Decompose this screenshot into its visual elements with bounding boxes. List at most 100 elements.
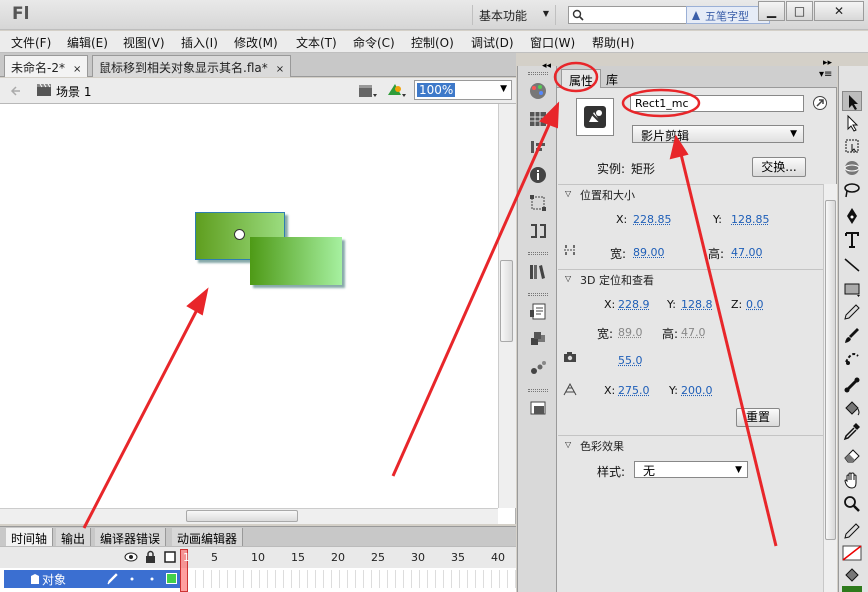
layer-item[interactable]: 对象 <box>4 570 180 588</box>
pencil-tool-icon[interactable] <box>842 302 862 322</box>
panel-grip[interactable] <box>528 389 548 392</box>
vanish-y-value[interactable]: 200.0 <box>681 384 713 397</box>
motion-presets-icon[interactable] <box>528 358 548 378</box>
menu-edit[interactable]: 编辑(E) <box>67 34 108 51</box>
panel-menu-icon[interactable]: ▾≡ <box>819 69 832 80</box>
3d-y-value[interactable]: 128.8 <box>681 298 713 311</box>
3d-rotation-tool-icon[interactable] <box>842 158 862 178</box>
lasso-tool-icon[interactable] <box>842 180 862 200</box>
minimize-button[interactable]: ▁ <box>758 1 785 21</box>
panel-grip[interactable] <box>528 252 548 255</box>
menu-control[interactable]: 控制(O) <box>411 34 454 51</box>
menu-file[interactable]: 文件(F) <box>11 34 51 51</box>
align-icon[interactable] <box>528 137 548 157</box>
panel-grip[interactable] <box>528 293 548 296</box>
scene-panel-icon[interactable] <box>528 398 548 418</box>
collapse-arrows-icon[interactable]: ▸▸ <box>823 58 832 68</box>
tab-properties[interactable]: 属性 <box>561 69 602 88</box>
collapse-arrows-icon[interactable]: ◂◂ <box>542 61 551 71</box>
back-arrow-icon[interactable] <box>10 85 22 97</box>
edit-class-icon[interactable] <box>812 95 828 111</box>
perspective-angle-value[interactable]: 55.0 <box>618 354 643 367</box>
outline-icon[interactable] <box>164 551 176 563</box>
deco-tool-icon[interactable] <box>842 348 862 368</box>
menu-modify[interactable]: 修改(M) <box>234 34 278 51</box>
stroke-none-swatch[interactable] <box>842 543 862 563</box>
hand-tool-icon[interactable] <box>842 471 862 491</box>
eraser-tool-icon[interactable] <box>842 445 862 465</box>
eye-icon[interactable] <box>124 551 138 563</box>
layer-color-icon[interactable] <box>166 573 177 584</box>
pen-tool-icon[interactable] <box>842 206 862 226</box>
bone-tool-icon[interactable] <box>842 375 862 395</box>
height-value[interactable]: 47.00 <box>731 246 763 259</box>
menu-help[interactable]: 帮助(H) <box>592 34 634 51</box>
swatches-icon[interactable] <box>528 109 548 129</box>
fill-color-icon[interactable] <box>842 566 862 586</box>
color-effect-header[interactable]: ▽ 色彩效果 <box>558 435 823 453</box>
line-tool-icon[interactable] <box>842 255 862 275</box>
position-size-header[interactable]: ▽ 位置和大小 <box>558 184 823 202</box>
swap-button[interactable]: 交换... <box>752 157 806 177</box>
lock-icon[interactable] <box>145 550 156 563</box>
stage-canvas[interactable] <box>0 104 516 524</box>
menu-view[interactable]: 视图(V) <box>123 34 165 51</box>
doc-tab-untitled[interactable]: 未命名-2* × <box>4 55 89 77</box>
code-snippets-icon[interactable] <box>528 221 548 241</box>
text-tool-icon[interactable] <box>842 230 862 250</box>
tab-motion-editor[interactable]: 动画编辑器 <box>172 528 244 547</box>
eyedropper-tool-icon[interactable] <box>842 421 862 441</box>
threed-header[interactable]: ▽ 3D 定位和查看 <box>558 269 823 287</box>
tab-timeline[interactable]: 时间轴 <box>6 528 54 547</box>
width-value[interactable]: 89.00 <box>633 246 665 259</box>
close-button[interactable]: ✕ <box>814 1 864 21</box>
subselection-tool-icon[interactable] <box>842 113 862 133</box>
close-icon[interactable]: × <box>276 64 284 75</box>
menu-text[interactable]: 文本(T) <box>296 34 337 51</box>
actions-icon[interactable] <box>528 302 548 322</box>
lock-dot-icon[interactable] <box>150 577 154 581</box>
brush-tool-icon[interactable] <box>842 326 862 346</box>
properties-scroll-thumb[interactable] <box>825 200 836 540</box>
transform-icon[interactable] <box>528 193 548 213</box>
stage-horizontal-scroll-thumb[interactable] <box>186 510 298 522</box>
tab-library[interactable]: 库 <box>599 69 625 88</box>
stroke-color-icon[interactable] <box>842 521 862 541</box>
maximize-button[interactable]: □ <box>786 1 813 21</box>
rectangle-tool-icon[interactable] <box>842 279 862 299</box>
edit-scene-icon[interactable] <box>358 82 378 100</box>
zoom-select[interactable]: 100% ▼ <box>414 80 512 100</box>
3d-x-value[interactable]: 228.9 <box>618 298 650 311</box>
selection-tool-icon[interactable] <box>842 91 862 111</box>
link-chain-icon[interactable] <box>563 243 577 257</box>
instance-name-input[interactable]: Rect1_mc <box>630 95 804 112</box>
rect2-movieclip[interactable] <box>250 237 342 285</box>
menu-insert[interactable]: 插入(I) <box>181 34 218 51</box>
y-value[interactable]: 128.85 <box>731 213 770 226</box>
color-panel-icon[interactable] <box>528 81 548 101</box>
reset-button[interactable]: 重置 <box>736 408 780 427</box>
3d-z-value[interactable]: 0.0 <box>746 298 764 311</box>
paint-bucket-tool-icon[interactable] <box>842 399 862 419</box>
info-icon[interactable] <box>528 165 548 185</box>
components-icon[interactable] <box>528 330 548 350</box>
tab-compiler-errors[interactable]: 编译器错误 <box>95 528 167 547</box>
frame-cells[interactable] <box>180 570 516 588</box>
vanish-x-value[interactable]: 275.0 <box>618 384 650 397</box>
zoom-tool-icon[interactable] <box>842 494 862 514</box>
x-value[interactable]: 228.85 <box>633 213 672 226</box>
panel-grip[interactable] <box>528 72 548 75</box>
visibility-dot-icon[interactable] <box>130 577 134 581</box>
workspace-switcher[interactable]: 基本功能 ▼ <box>472 5 556 25</box>
tab-output[interactable]: 输出 <box>56 528 92 547</box>
color-style-select[interactable]: 无 ▼ <box>634 461 748 478</box>
library-books-icon[interactable] <box>528 262 548 282</box>
doc-tab-fla[interactable]: 鼠标移到相关对象显示其名.fla* × <box>92 55 292 77</box>
stage-vertical-scroll-thumb[interactable] <box>500 260 513 342</box>
menu-window[interactable]: 窗口(W) <box>530 34 575 51</box>
menu-commands[interactable]: 命令(C) <box>353 34 395 51</box>
edit-symbols-icon[interactable] <box>386 81 408 100</box>
menu-debug[interactable]: 调试(D) <box>471 34 514 51</box>
free-transform-tool-icon[interactable] <box>842 136 862 156</box>
close-icon[interactable]: × <box>73 64 81 75</box>
